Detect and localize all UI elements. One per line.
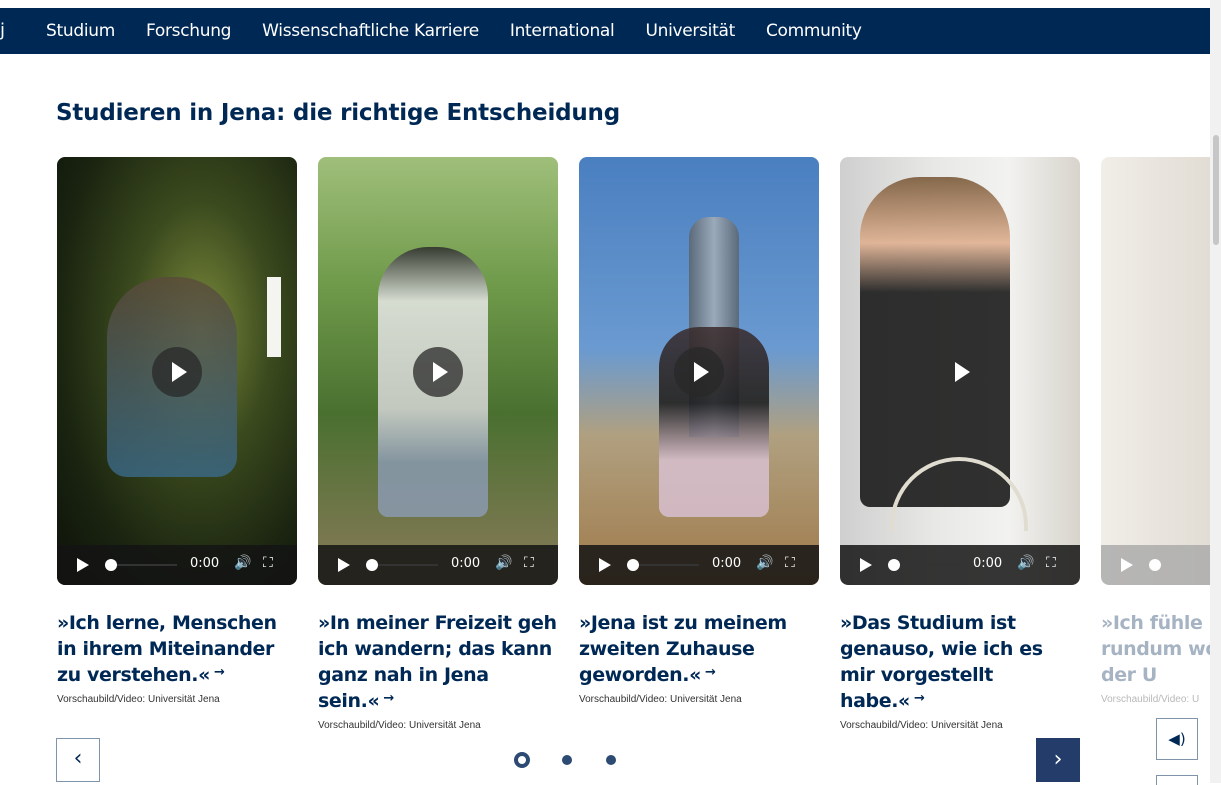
video-thumbnail[interactable]: 0:00 🔊 ⛶: [579, 157, 819, 585]
video-controls: [1101, 545, 1210, 585]
video-controls: 0:00 🔊 ⛶: [579, 545, 819, 585]
light-post: [267, 277, 281, 357]
time-display: 0:00: [973, 556, 1003, 571]
time-display: 0:00: [190, 556, 220, 571]
controls-play-icon[interactable]: [599, 558, 611, 572]
pagination-dot-1[interactable]: [514, 752, 530, 768]
arrow-right-icon: →: [704, 665, 716, 680]
progress-track[interactable]: [368, 564, 438, 566]
pagination-dot-2[interactable]: [562, 755, 572, 765]
image-credit: Vorschaubild/Video: Universität Jena: [318, 720, 481, 731]
quote-link[interactable]: »Ich fühle mich rundum wohl und an der U: [1101, 610, 1210, 688]
video-thumbnail[interactable]: 0:00 🔊 ⛶: [318, 157, 558, 585]
scrollbar-thumb[interactable]: [1213, 135, 1219, 245]
image-credit: Vorschaubild/Video: U: [1101, 694, 1200, 705]
video-controls: 0:00 🔊 ⛶: [57, 545, 297, 585]
pagination-dot-3[interactable]: [606, 755, 616, 765]
arrow-right-icon: →: [913, 691, 925, 706]
sound-toggle-button[interactable]: ◀): [1156, 718, 1198, 760]
quote-text: »Ich lerne, Menschen in ihrem Miteinande…: [57, 612, 277, 686]
progress-knob[interactable]: [366, 559, 378, 571]
carousel-next-button[interactable]: ›: [1036, 738, 1080, 782]
video-card: »Ich fühle mich rundum wohl und an der U…: [1101, 157, 1210, 705]
video-carousel: 0:00 🔊 ⛶ »Ich lerne, Menschen in ihrem M…: [0, 0, 1221, 783]
video-card: 0:00 🔊 ⛶ »Jena ist zu meinem zweiten Zuh…: [579, 157, 819, 705]
quote-link[interactable]: »Das Studium ist genauso, wie ich es mir…: [840, 610, 1080, 714]
progress-track[interactable]: [890, 564, 960, 566]
page-scrollbar[interactable]: [1210, 0, 1221, 783]
video-controls: 0:00 🔊 ⛶: [840, 545, 1080, 585]
arrow-right-icon: →: [383, 691, 394, 706]
controls-play-icon[interactable]: [77, 558, 89, 572]
quote-link[interactable]: »In meiner Freizeit geh ich wandern; das…: [318, 610, 558, 714]
progress-knob[interactable]: [627, 559, 639, 571]
image-credit: Vorschaubild/Video: Universität Jena: [57, 694, 220, 705]
video-preview-image: [1101, 157, 1210, 585]
video-card: 0:00 🔊 ⛶ »Das Studium ist genauso, wie i…: [840, 157, 1080, 731]
progress-track[interactable]: [107, 564, 177, 566]
controls-play-icon[interactable]: [338, 558, 350, 572]
fullscreen-icon[interactable]: ⛶: [524, 555, 534, 571]
time-display: 0:00: [712, 556, 742, 571]
volume-icon[interactable]: 🔊: [756, 555, 773, 571]
arrow-right-icon: →: [213, 665, 225, 680]
video-card: 0:00 🔊 ⛶ »In meiner Freizeit geh ich wan…: [318, 157, 558, 731]
volume-icon[interactable]: 🔊: [495, 555, 512, 571]
volume-icon[interactable]: 🔊: [1017, 555, 1034, 571]
quote-link[interactable]: »Ich lerne, Menschen in ihrem Miteinande…: [57, 610, 297, 688]
video-card: 0:00 🔊 ⛶ »Ich lerne, Menschen in ihrem M…: [57, 157, 297, 705]
play-button[interactable]: [935, 347, 985, 397]
controls-play-icon[interactable]: [860, 558, 872, 572]
quote-text: »In meiner Freizeit geh ich wandern; das…: [318, 612, 557, 712]
volume-icon[interactable]: 🔊: [234, 555, 251, 571]
video-thumbnail[interactable]: 0:00 🔊 ⛶: [840, 157, 1080, 585]
quote-text: »Das Studium ist genauso, wie ich es mir…: [840, 612, 1043, 712]
image-credit: Vorschaubild/Video: Universität Jena: [579, 694, 742, 705]
video-controls: 0:00 🔊 ⛶: [318, 545, 558, 585]
quote-text: »Jena ist zu meinem zweiten Zuhause gewo…: [579, 612, 787, 686]
play-button[interactable]: [413, 347, 463, 397]
controls-play-icon[interactable]: [1121, 558, 1133, 572]
progress-track[interactable]: [629, 564, 699, 566]
video-thumbnail[interactable]: 0:00 🔊 ⛶: [57, 157, 297, 585]
secondary-floating-button[interactable]: [1156, 775, 1198, 785]
progress-knob[interactable]: [105, 559, 117, 571]
time-display: 0:00: [451, 556, 481, 571]
carousel-pagination: [514, 752, 650, 768]
quote-link[interactable]: »Jena ist zu meinem zweiten Zuhause gewo…: [579, 610, 819, 688]
person-figure: [860, 177, 1010, 507]
fullscreen-icon[interactable]: ⛶: [785, 555, 795, 571]
image-credit: Vorschaubild/Video: Universität Jena: [840, 720, 1003, 731]
fullscreen-icon[interactable]: ⛶: [1046, 555, 1056, 571]
play-button[interactable]: [152, 347, 202, 397]
progress-knob[interactable]: [888, 559, 900, 571]
carousel-prev-button[interactable]: ‹: [56, 738, 100, 782]
play-button[interactable]: [674, 347, 724, 397]
progress-knob[interactable]: [1149, 559, 1161, 571]
video-thumbnail[interactable]: [1101, 157, 1210, 585]
quote-text: »Ich fühle mich rundum wohl und an der U: [1101, 612, 1210, 686]
fullscreen-icon[interactable]: ⛶: [263, 555, 273, 571]
